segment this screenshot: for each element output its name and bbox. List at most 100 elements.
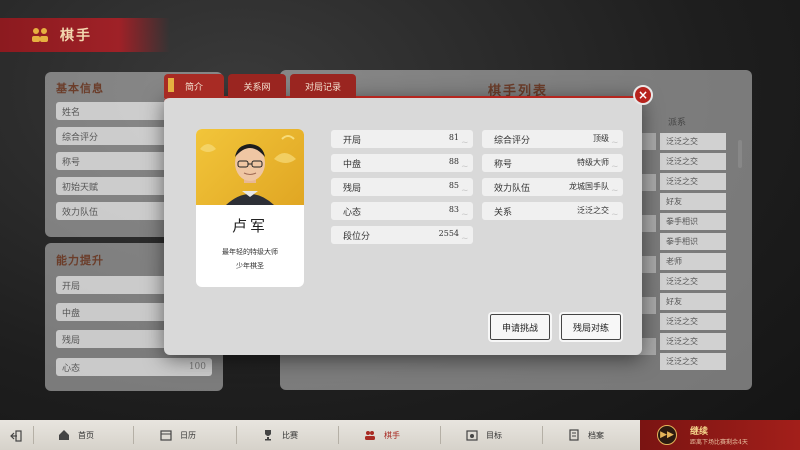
stat-label: 称号 (494, 160, 513, 170)
nav-divider (338, 426, 339, 444)
stat-label: 开局 (343, 136, 362, 146)
faction-cell: 拳手相识 (660, 213, 726, 230)
continue-label: 继续 (690, 427, 709, 437)
trophy-icon (265, 430, 271, 441)
ability-title: 能力提升 (56, 254, 104, 267)
faction-cell: 拳手相识 (660, 233, 726, 250)
stat-team: 效力队伍 龙城国手队 ~ (482, 178, 623, 196)
stat-label: 关系 (494, 208, 513, 218)
tab-match-records[interactable]: 对局记录 (290, 74, 356, 98)
stat-label: 残局 (343, 184, 362, 194)
cloud-ornament-icon: ~ (461, 186, 469, 196)
faction-cell: 泛泛之交 (660, 133, 726, 150)
flag-icon (168, 78, 174, 92)
faction-cell: 好友 (660, 293, 726, 310)
tab-label: 关系网 (243, 82, 271, 93)
faction-cell: 泛泛之交 (660, 333, 726, 350)
nav-label: 首页 (78, 430, 94, 440)
stat-mentality: 心态 83 ~ (331, 202, 473, 220)
nav-divider (440, 426, 441, 444)
stat-value: 2554 (438, 229, 459, 238)
column-header-faction[interactable]: 派系 (668, 115, 686, 128)
nav-matches[interactable]: 比赛 (262, 420, 298, 450)
stat-overall-rating: 综合评分 顶级 ~ (482, 130, 623, 148)
close-button[interactable]: × (633, 85, 653, 105)
stat-label: 段位分 (343, 232, 371, 242)
page-header: 棋手 (0, 18, 170, 52)
portrait-image (200, 135, 296, 205)
cloud-ornament-icon: ~ (461, 234, 469, 244)
stat-value: 龙城国手队 (569, 182, 609, 191)
exit-icon[interactable] (10, 430, 22, 442)
archive-icon (569, 429, 579, 441)
stat-relation: 关系 泛泛之交 ~ (482, 202, 623, 220)
nav-calendar[interactable]: 日历 (160, 420, 196, 450)
faction-cell: 泛泛之交 (660, 173, 726, 190)
nav-label: 比赛 (282, 430, 298, 440)
nav-goals[interactable]: 目标 (466, 420, 502, 450)
nav-label: 目标 (486, 430, 502, 440)
basic-info-title: 基本信息 (56, 82, 104, 95)
nav-archive[interactable]: 档案 (568, 420, 604, 450)
nav-label: 棋手 (384, 430, 400, 440)
nav-divider (236, 426, 237, 444)
cloud-ornament-icon: ~ (461, 138, 469, 148)
tab-label: 对局记录 (304, 82, 341, 93)
tab-relations[interactable]: 关系网 (228, 74, 286, 98)
player-name: 卢军 (231, 217, 268, 235)
cloud-ornament-icon: ~ (611, 138, 619, 148)
faction-cell: 泛泛之交 (660, 313, 726, 330)
faction-cell: 泛泛之交 (660, 153, 726, 170)
fast-forward-icon: ▶▶ (657, 425, 677, 445)
cloud-ornament-icon: ~ (611, 186, 619, 196)
stat-label: 综合评分 (494, 136, 531, 146)
cloud-ornament-icon: ~ (461, 210, 469, 220)
nav-label: 档案 (588, 430, 604, 440)
players-icon (365, 431, 375, 440)
cloud-ornament-icon: ~ (461, 162, 469, 172)
nav-players[interactable]: 棋手 (364, 420, 400, 450)
stat-value: 88 (448, 157, 459, 166)
stat-label: 效力队伍 (494, 184, 531, 194)
player-subtitle: 少年棋圣 (236, 262, 264, 270)
stat-label: 中盘 (343, 160, 362, 170)
profile-card: 卢军 最年轻的特级大师 少年棋圣 (196, 129, 304, 287)
stat-value: 特级大师 (577, 158, 609, 167)
ability-row: 心态 100 (56, 358, 212, 376)
stat-endgame: 残局 85 ~ (331, 178, 473, 196)
target-calendar-icon (466, 430, 478, 441)
nav-home[interactable]: 首页 (58, 420, 94, 450)
faction-cell: 泛泛之交 (660, 353, 726, 370)
list-scrollbar[interactable] (738, 140, 742, 168)
request-challenge-button[interactable]: 申请挑战 (489, 313, 551, 341)
tab-intro[interactable]: 简介 (164, 74, 224, 98)
endgame-practice-button[interactable]: 残局对练 (560, 313, 622, 341)
stat-value: 顶级 (593, 134, 609, 143)
stat-label: 心态 (343, 208, 362, 218)
player-title: 最年轻的特级大师 (222, 248, 278, 256)
nav-divider (133, 426, 134, 444)
stat-opening: 开局 81 ~ (331, 130, 473, 148)
stat-value: 83 (448, 205, 459, 214)
home-icon (59, 430, 69, 440)
faction-cell: 泛泛之交 (660, 273, 726, 290)
cloud-ornament-icon: ~ (611, 210, 619, 220)
faction-cell: 老师 (660, 253, 726, 270)
stat-rank-title: 称号 特级大师 ~ (482, 154, 623, 172)
player-portrait (196, 129, 304, 205)
cloud-ornament-icon: ~ (611, 162, 619, 172)
players-icon (32, 28, 48, 42)
modal-tabs: 简介 关系网 对局记录 (164, 74, 360, 98)
faction-cell: 好友 (660, 193, 726, 210)
continue-subtext: 距离下场比赛剩余4天 (690, 439, 748, 446)
nav-label: 日历 (180, 430, 196, 440)
nav-divider (33, 426, 34, 444)
page-title: 棋手 (60, 28, 92, 44)
stat-middlegame: 中盘 88 ~ (331, 154, 473, 172)
stat-rank-points: 段位分 2554 ~ (331, 226, 473, 244)
calendar-icon (160, 430, 172, 441)
stat-value: 85 (448, 181, 459, 190)
nav-divider (542, 426, 543, 444)
tab-label: 简介 (184, 82, 203, 93)
stat-value: 81 (448, 133, 459, 142)
